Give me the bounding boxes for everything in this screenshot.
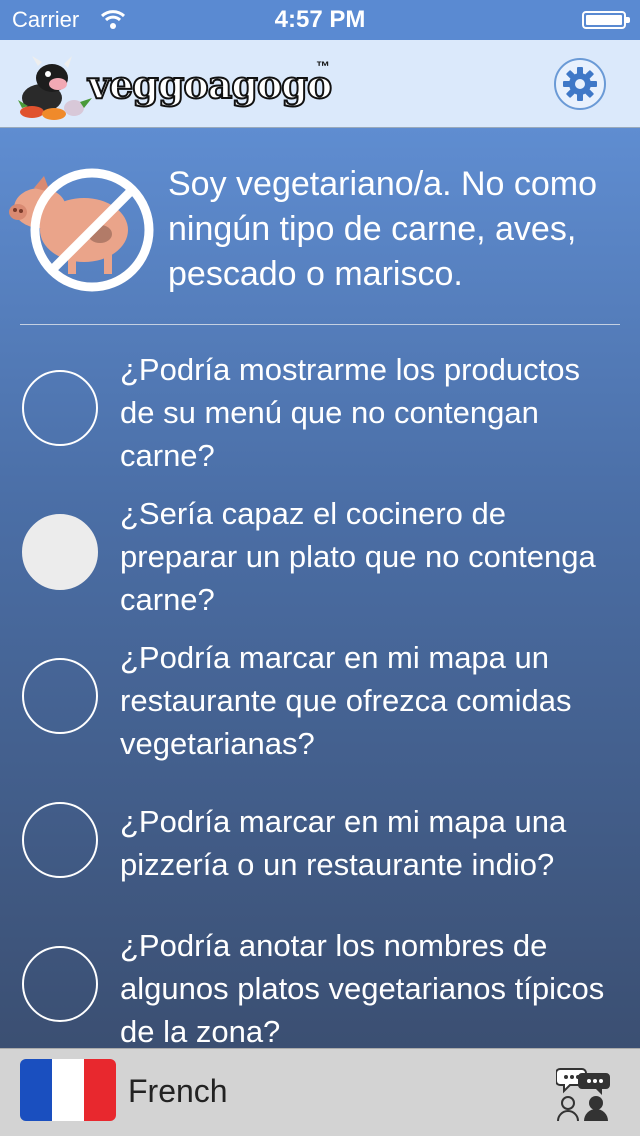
question-item[interactable]: ¿Podría marcar en mi mapa una pizzería o… [0, 800, 640, 890]
french-flag-icon[interactable] [20, 1059, 116, 1121]
phrase-list[interactable]: Soy vegetariano/a. No como ningún tipo d… [0, 128, 640, 1048]
question-text: ¿Sería capaz el cocinero de preparar un … [120, 496, 596, 617]
conversation-icon[interactable] [556, 1063, 612, 1121]
question-item[interactable]: ¿Podría mostrarme los productos de su me… [0, 348, 640, 473]
question-text: ¿Podría marcar en mi mapa un restaurante… [120, 640, 572, 761]
radio-button[interactable] [22, 658, 98, 734]
question-text: ¿Podría marcar en mi mapa una pizzería o… [120, 804, 567, 882]
app-header: veggoagogo ™ [0, 40, 640, 128]
radio-button[interactable] [22, 946, 98, 1022]
intro-statement: Soy vegetariano/a. No como ningún tipo d… [168, 165, 598, 293]
status-time: 4:57 PM [274, 6, 366, 33]
logo-wordmark: veggoagogo [87, 61, 333, 108]
app-logo: veggoagogo ™ [18, 48, 348, 122]
logo-trademark: ™ [316, 58, 330, 74]
battery-icon [582, 11, 630, 29]
status-bar: Carrier 4:57 PM [0, 0, 640, 40]
settings-button[interactable] [554, 58, 606, 110]
radio-button[interactable] [22, 802, 98, 878]
question-item[interactable]: ¿Podría marcar en mi mapa un restaurante… [0, 636, 640, 761]
no-pig-icon [9, 168, 154, 292]
intro-section: Soy vegetariano/a. No como ningún tipo d… [0, 128, 640, 324]
gear-icon [563, 67, 597, 101]
language-label[interactable]: French [128, 1073, 228, 1110]
question-text: ¿Podría anotar los nombres de algunos pl… [120, 928, 605, 1048]
divider [20, 324, 620, 325]
question-item[interactable]: ¿Sería capaz el cocinero de preparar un … [0, 492, 640, 617]
radio-button-selected[interactable] [22, 514, 98, 590]
radio-button[interactable] [22, 370, 98, 446]
bottom-bar: French [0, 1048, 640, 1136]
question-text: ¿Podría mostrarme los productos de su me… [120, 352, 581, 473]
question-item[interactable]: ¿Podría anotar los nombres de algunos pl… [0, 924, 640, 1048]
